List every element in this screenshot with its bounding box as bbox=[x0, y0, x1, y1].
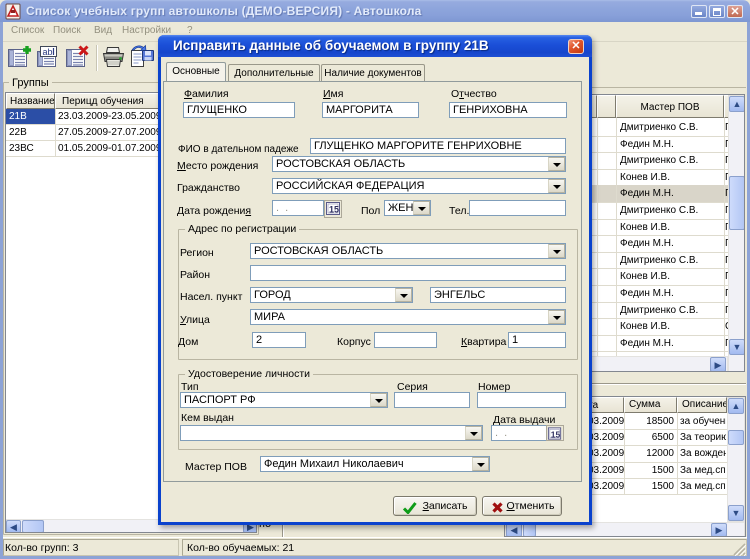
svg-text:15: 15 bbox=[329, 205, 339, 215]
svg-text:ab: ab bbox=[43, 47, 53, 57]
svg-text:15: 15 bbox=[551, 429, 561, 439]
